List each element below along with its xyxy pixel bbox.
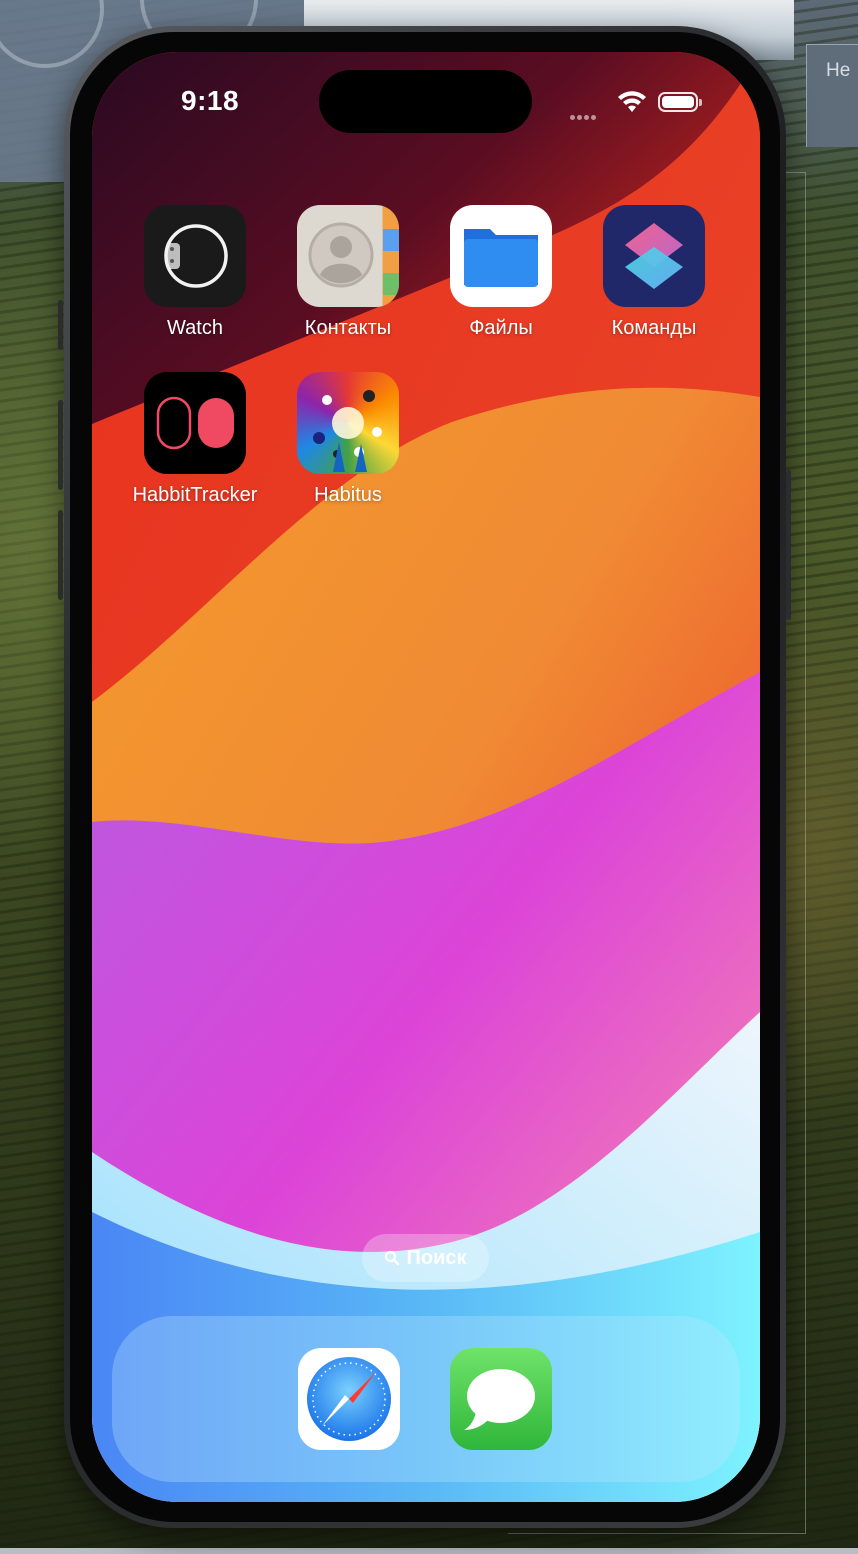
app-watch[interactable]: Watch bbox=[125, 205, 265, 340]
contacts-icon bbox=[297, 205, 399, 307]
app-habbittracker[interactable]: HabbitTracker bbox=[125, 372, 265, 507]
habbittracker-icon bbox=[144, 372, 246, 474]
app-label: HabbitTracker bbox=[132, 484, 258, 506]
battery-icon bbox=[658, 92, 702, 112]
app-label: Habitus bbox=[314, 484, 382, 506]
mac-side-window-text: Не bbox=[826, 60, 851, 81]
app-label: Файлы bbox=[469, 317, 533, 339]
app-shortcuts[interactable]: Команды bbox=[584, 205, 724, 340]
habitus-icon bbox=[297, 372, 399, 474]
watch-icon bbox=[144, 205, 246, 307]
app-label: Команды bbox=[611, 317, 697, 339]
dock-app-messages[interactable] bbox=[450, 1348, 552, 1450]
dynamic-island bbox=[319, 70, 532, 133]
spotlight-search-button[interactable]: Поиск bbox=[362, 1234, 489, 1282]
volume-down-button[interactable] bbox=[58, 510, 63, 600]
status-time: 9:18 bbox=[181, 85, 240, 116]
ring-decoration bbox=[0, 0, 104, 68]
app-label: Watch bbox=[167, 317, 223, 339]
search-icon bbox=[385, 1250, 400, 1266]
dock bbox=[112, 1316, 740, 1482]
action-button[interactable] bbox=[58, 300, 63, 350]
folder-icon bbox=[450, 205, 552, 307]
wifi-icon bbox=[618, 91, 646, 112]
iphone-home-screen: 9:18 Watch Контакты Файлы Команды Habbit… bbox=[92, 52, 760, 1502]
shortcuts-icon bbox=[603, 205, 705, 307]
app-files[interactable]: Файлы bbox=[431, 205, 571, 340]
app-habitus[interactable]: Habitus bbox=[278, 372, 418, 507]
messages-bubble-icon bbox=[464, 1369, 535, 1430]
app-contacts[interactable]: Контакты bbox=[278, 205, 418, 340]
search-label: Поиск bbox=[406, 1246, 467, 1269]
dock-app-safari[interactable] bbox=[298, 1348, 400, 1450]
safari-compass-icon bbox=[307, 1357, 391, 1441]
app-label: Контакты bbox=[304, 317, 392, 339]
desktop-bottom-strip bbox=[0, 1548, 858, 1554]
side-power-button[interactable] bbox=[786, 470, 791, 620]
cellular-dots-icon bbox=[570, 107, 598, 125]
volume-up-button[interactable] bbox=[58, 400, 63, 490]
